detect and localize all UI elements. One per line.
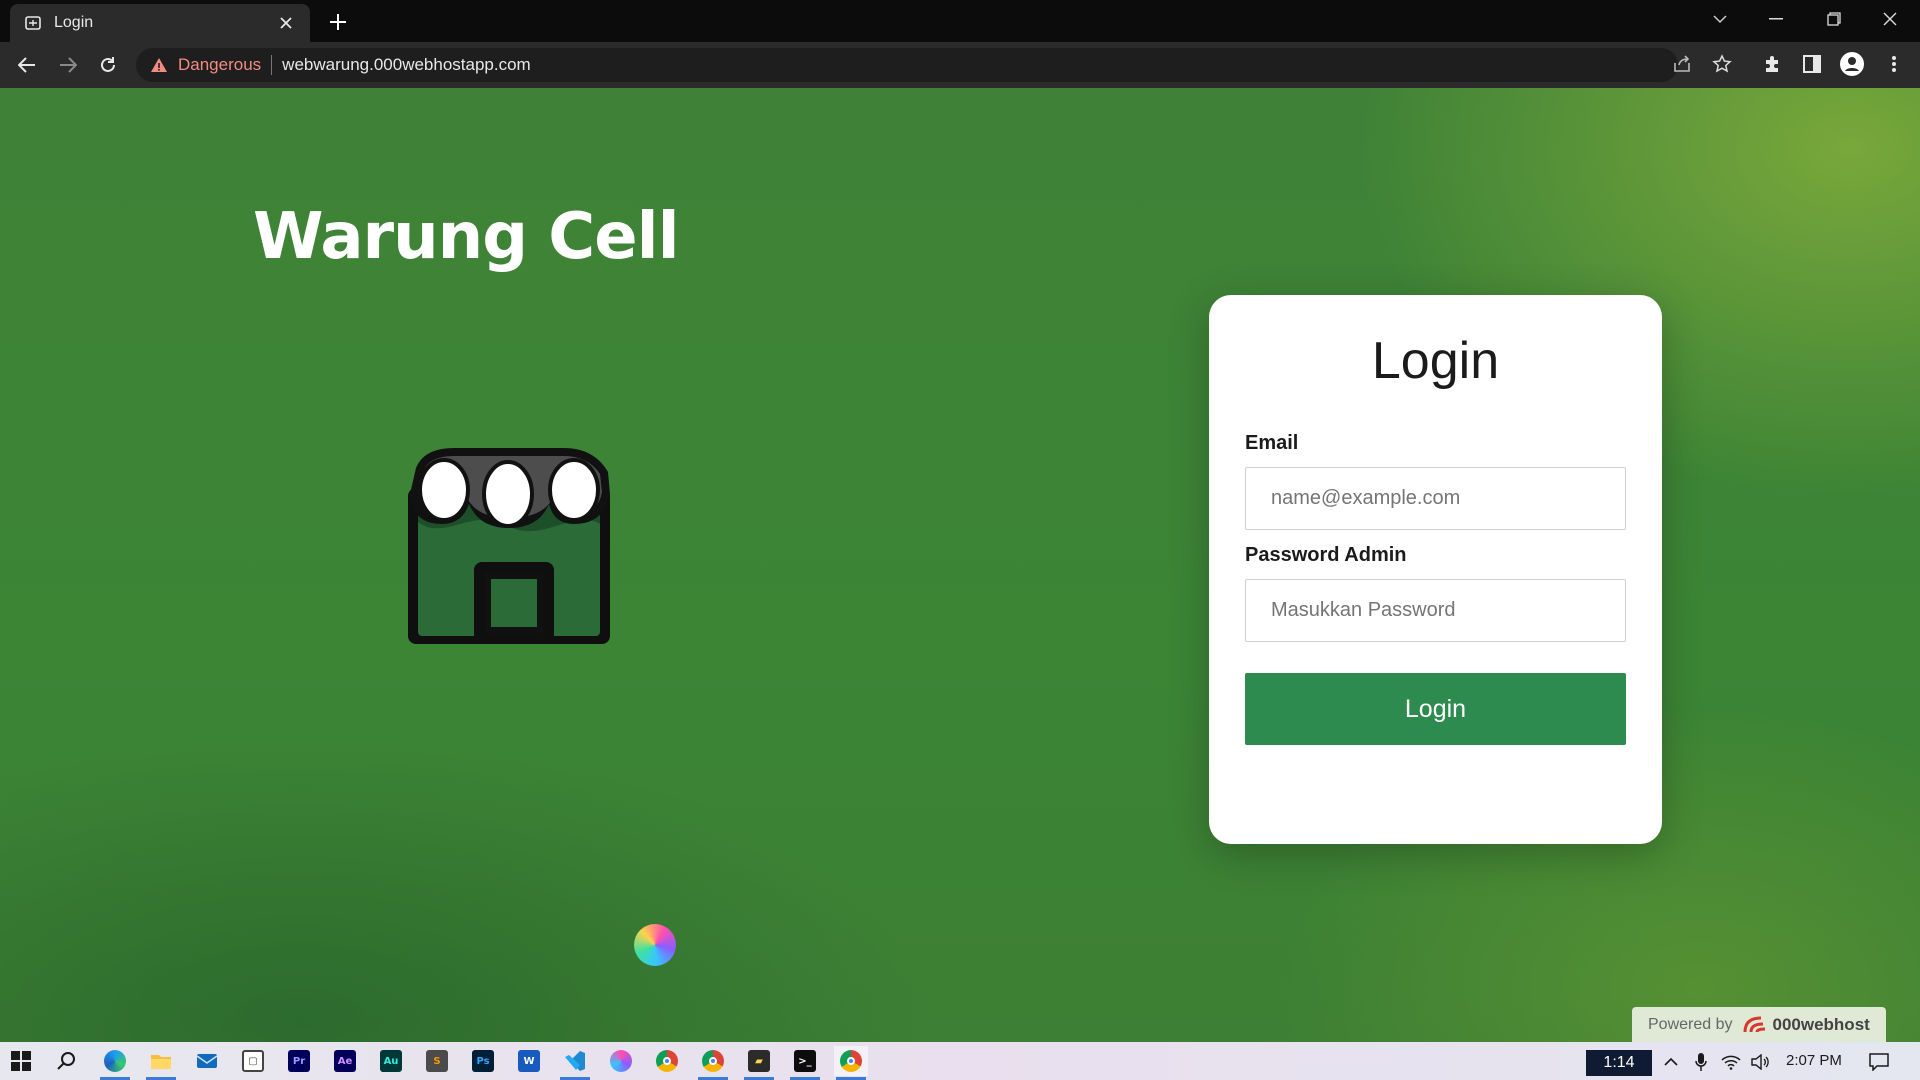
- powered-by-banner[interactable]: Powered by 000webhost: [1632, 1007, 1886, 1042]
- warning-icon: [151, 58, 167, 72]
- store-icon: [408, 448, 610, 644]
- browser-toolbar: Dangerous webwarung.000webhostapp.com: [0, 42, 1920, 88]
- bookmark-star-icon[interactable]: [1708, 50, 1736, 78]
- address-bar[interactable]: Dangerous webwarung.000webhostapp.com: [136, 48, 1678, 82]
- arc-icon[interactable]: [604, 1046, 638, 1076]
- browser-tab-login[interactable]: Login: [10, 4, 310, 42]
- terminal-icon[interactable]: >_: [788, 1046, 822, 1080]
- chrome-active-icon[interactable]: [834, 1046, 868, 1080]
- email-field[interactable]: [1245, 467, 1626, 530]
- page-icon: [25, 16, 41, 30]
- back-arrow-icon[interactable]: [13, 51, 41, 79]
- sticky-notes-icon[interactable]: ▰: [742, 1046, 776, 1080]
- minimize-icon[interactable]: [1748, 0, 1804, 38]
- browser-menu-icon[interactable]: [1880, 50, 1908, 78]
- floating-orb-icon: [634, 924, 676, 966]
- login-button[interactable]: Login: [1245, 673, 1626, 745]
- address-divider: [271, 55, 273, 75]
- vscode-icon[interactable]: [558, 1046, 592, 1080]
- twitch-icon[interactable]: ▢: [236, 1046, 270, 1076]
- profile-avatar-icon[interactable]: [1838, 50, 1866, 78]
- timer-badge[interactable]: 1:14: [1586, 1050, 1652, 1076]
- after-effects-icon[interactable]: Ae: [328, 1046, 362, 1076]
- tab-search-icon[interactable]: [1692, 0, 1748, 38]
- tab-title: Login: [54, 14, 94, 31]
- reload-icon[interactable]: [94, 51, 122, 79]
- windows-start-icon[interactable]: [4, 1046, 38, 1076]
- volume-icon[interactable]: [1748, 1049, 1774, 1075]
- wifi-icon[interactable]: [1718, 1049, 1744, 1075]
- password-field[interactable]: [1245, 579, 1626, 642]
- share-icon[interactable]: [1668, 50, 1696, 78]
- search-icon[interactable]: [50, 1046, 84, 1076]
- browser-tab-strip: Login: [0, 0, 1920, 42]
- taskbar: ▢ Pr Ae Au S Ps W ▰ >_ 1:14 2:07 PM: [0, 1042, 1920, 1080]
- extensions-puzzle-icon[interactable]: [1758, 50, 1786, 78]
- premiere-pro-icon[interactable]: Pr: [282, 1046, 316, 1076]
- audition-icon[interactable]: Au: [374, 1046, 408, 1076]
- page-viewport: Warung Cell Login Email Password Admin L…: [0, 88, 1920, 1042]
- file-explorer-icon[interactable]: [144, 1046, 178, 1080]
- 000webhost-logo-icon: [1743, 1016, 1765, 1033]
- side-panel-icon[interactable]: [1798, 50, 1826, 78]
- microphone-icon[interactable]: [1688, 1049, 1714, 1075]
- email-label: Email: [1245, 432, 1299, 454]
- chrome-icon[interactable]: [650, 1046, 684, 1076]
- powered-by-text: Powered by: [1648, 1016, 1733, 1033]
- close-window-icon[interactable]: [1862, 0, 1918, 38]
- url-text[interactable]: webwarung.000webhostapp.com: [282, 55, 531, 75]
- chevron-up-icon[interactable]: [1658, 1049, 1684, 1075]
- login-title: Login: [1371, 332, 1500, 390]
- sublime-text-icon[interactable]: S: [420, 1046, 454, 1076]
- word-icon[interactable]: W: [512, 1046, 546, 1076]
- forward-arrow-icon[interactable]: [54, 51, 82, 79]
- chrome-profile-icon[interactable]: [696, 1046, 730, 1080]
- password-label: Password Admin: [1245, 544, 1407, 566]
- security-status[interactable]: Dangerous: [178, 55, 261, 75]
- edge-icon[interactable]: [98, 1046, 132, 1080]
- photoshop-icon[interactable]: Ps: [466, 1046, 500, 1076]
- notification-center-icon[interactable]: [1866, 1049, 1892, 1075]
- brand-title: Warung Cell: [253, 200, 680, 274]
- powered-by-brand: 000webhost: [1772, 1015, 1870, 1034]
- login-card: Login Email Password Admin Login: [1209, 295, 1662, 844]
- restore-icon[interactable]: [1806, 0, 1862, 38]
- system-clock[interactable]: 2:07 PM: [1786, 1052, 1842, 1069]
- new-tab-icon[interactable]: [326, 10, 350, 34]
- close-tab-icon[interactable]: [276, 13, 296, 33]
- mail-icon[interactable]: [190, 1046, 224, 1076]
